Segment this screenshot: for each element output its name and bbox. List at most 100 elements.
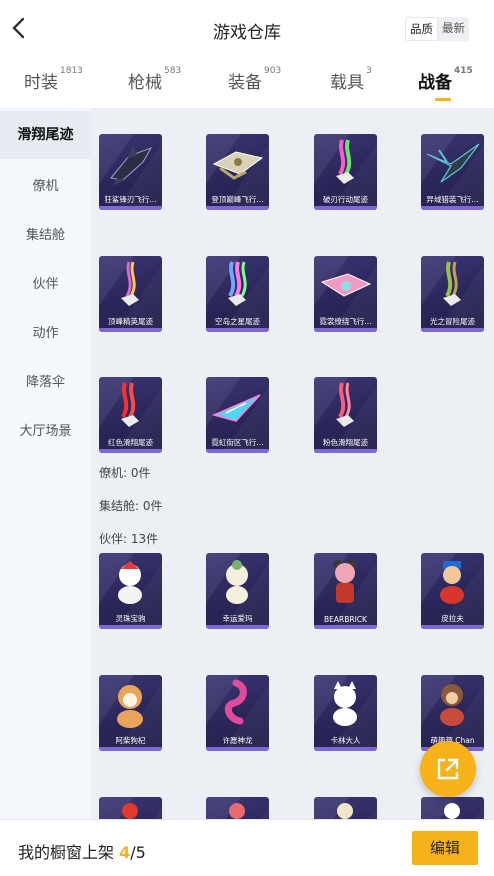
share-external-icon bbox=[437, 758, 459, 780]
neon-glider-icon bbox=[211, 394, 261, 422]
cat-figure-icon bbox=[333, 681, 357, 726]
tab-label: 枪械 bbox=[128, 73, 162, 93]
item-card[interactable]: 霓虹街区飞行... bbox=[206, 377, 269, 453]
peak-glider-icon bbox=[212, 151, 264, 180]
tab-count: 583 bbox=[164, 66, 182, 76]
section-partner-count: 伙伴: 13件 bbox=[99, 532, 159, 546]
item-name: 阿柴狗杞 bbox=[115, 736, 146, 745]
item-grid: 狂鲨锋刃飞行... 登顶巅峰飞行... 破刃行动尾迹 异域猎装飞行... 顶峰精… bbox=[91, 108, 494, 819]
partner-figure-icon bbox=[226, 560, 248, 604]
item-card[interactable]: 许愿神龙 bbox=[206, 675, 269, 751]
item-name: BEARBRICK bbox=[324, 615, 367, 624]
tab-active-indicator bbox=[435, 98, 451, 101]
red-trail-icon bbox=[121, 382, 139, 427]
exotic-glider-icon bbox=[426, 143, 480, 183]
item-name: 异域猎装飞行... bbox=[426, 195, 479, 204]
tab-label: 时装 bbox=[24, 73, 58, 93]
item-card[interactable]: 幸运爱玛 bbox=[206, 553, 269, 629]
tab-vehicles[interactable]: 载具3 bbox=[330, 66, 372, 93]
partner-figure-icon bbox=[444, 803, 460, 819]
item-card[interactable]: 阿柴狗杞 bbox=[99, 675, 162, 751]
item-card[interactable]: 粉色滑翔尾迹 bbox=[314, 377, 377, 453]
shiba-figure-icon bbox=[117, 685, 143, 728]
tab-label: 载具 bbox=[330, 73, 364, 93]
item-card[interactable]: 顶峰精英尾迹 bbox=[99, 256, 162, 332]
top-bar: 游戏仓库 品质 最新 bbox=[0, 0, 494, 58]
sort-quality-button[interactable]: 品质 bbox=[405, 17, 438, 41]
bearbrick-figure-icon bbox=[333, 560, 357, 603]
item-card[interactable]: 光之冒险尾迹 bbox=[421, 256, 484, 332]
item-name: 顶峰精英尾迹 bbox=[108, 317, 153, 326]
tab-equipment[interactable]: 装备903 bbox=[228, 66, 282, 93]
item-name: 皮拉夫 bbox=[441, 614, 464, 623]
showcase-count: 4 bbox=[119, 843, 131, 862]
partner-figure-icon bbox=[118, 561, 142, 604]
item-name: 幸运爱玛 bbox=[222, 614, 253, 623]
item-name: 霓裳缭绕飞行... bbox=[319, 317, 372, 326]
sidebar-item-glide-trail[interactable]: 滑翔尾迹 bbox=[0, 111, 91, 159]
tab-fashion[interactable]: 时装1813 bbox=[24, 66, 83, 93]
showcase-total: /5 bbox=[130, 843, 146, 862]
sidebar-item-parachute[interactable]: 降落伞 bbox=[0, 371, 91, 390]
adventure-trail-icon bbox=[443, 261, 461, 306]
shark-glider-icon bbox=[110, 144, 153, 186]
sort-latest-button[interactable]: 最新 bbox=[438, 17, 469, 41]
item-card[interactable]: BEARBRICK bbox=[314, 553, 377, 629]
item-name: 破刃行动尾迹 bbox=[323, 195, 368, 204]
monkey-figure-icon bbox=[440, 684, 464, 726]
sort-toggle: 品质 最新 bbox=[405, 17, 469, 41]
partner-figure-icon bbox=[440, 561, 464, 604]
item-card[interactable]: 登顶巅峰飞行... bbox=[206, 134, 269, 210]
section-capsule-count: 集结舱: 0件 bbox=[99, 499, 163, 513]
item-card[interactable] bbox=[99, 797, 162, 819]
item-card[interactable]: 空岛之星尾迹 bbox=[206, 256, 269, 332]
item-name: 灵珠宝驹 bbox=[115, 614, 146, 623]
item-card[interactable] bbox=[421, 797, 484, 819]
tab-count: 903 bbox=[264, 66, 282, 76]
sky-star-trail-icon bbox=[228, 261, 247, 306]
item-name: 霓虹街区飞行... bbox=[211, 438, 264, 447]
sidebar-item-wingman[interactable]: 僚机 bbox=[0, 175, 91, 194]
sidebar-item-lobby-scene[interactable]: 大厅场景 bbox=[0, 420, 91, 439]
partner-figure-icon bbox=[337, 803, 353, 819]
pink-trail-icon bbox=[336, 382, 354, 427]
elite-trail-icon bbox=[121, 261, 139, 306]
item-name: 空岛之星尾迹 bbox=[215, 317, 260, 326]
tab-weapons[interactable]: 枪械583 bbox=[128, 66, 182, 93]
item-card[interactable]: 红色滑翔尾迹 bbox=[99, 377, 162, 453]
item-card[interactable]: 灵珠宝驹 bbox=[99, 553, 162, 629]
tab-battle-gear[interactable]: 战备415 bbox=[418, 66, 473, 101]
item-name: 卡林大人 bbox=[330, 736, 361, 745]
item-card[interactable] bbox=[206, 797, 269, 819]
tab-count: 3 bbox=[366, 66, 372, 76]
section-wingman-count: 僚机: 0件 bbox=[99, 466, 151, 480]
edit-button[interactable]: 编辑 bbox=[412, 831, 478, 865]
item-name: 粉色滑翔尾迹 bbox=[323, 438, 368, 447]
sidebar-item-partner[interactable]: 伙伴 bbox=[0, 273, 91, 292]
item-card[interactable]: 霓裳缭绕飞行... bbox=[314, 256, 377, 332]
item-name: 光之冒险尾迹 bbox=[430, 317, 475, 326]
category-tabs: 时装1813 枪械583 装备903 载具3 战备415 bbox=[0, 58, 494, 108]
dragon-figure-icon bbox=[224, 679, 247, 725]
item-name: 狂鲨锋刃飞行... bbox=[104, 195, 157, 204]
item-card[interactable]: 异域猎装飞行... bbox=[421, 134, 484, 210]
pink-glider-icon bbox=[320, 273, 372, 297]
showcase-status: 我的橱窗上架 4/5 bbox=[18, 839, 146, 863]
share-fab-button[interactable] bbox=[420, 741, 476, 797]
sidebar-item-emote[interactable]: 动作 bbox=[0, 322, 91, 341]
tab-count: 415 bbox=[454, 66, 473, 76]
tab-count: 1813 bbox=[60, 66, 83, 76]
item-card[interactable]: 卡林大人 bbox=[314, 675, 377, 751]
item-card[interactable]: 皮拉夫 bbox=[421, 553, 484, 629]
sidebar-item-capsule[interactable]: 集结舱 bbox=[0, 224, 91, 243]
rainbow-trail-icon bbox=[336, 139, 354, 184]
showcase-label: 我的橱窗上架 bbox=[18, 843, 115, 862]
item-card[interactable] bbox=[314, 797, 377, 819]
item-card[interactable]: 破刃行动尾迹 bbox=[314, 134, 377, 210]
showcase-bar: 我的橱窗上架 4/5 编辑 bbox=[0, 819, 494, 876]
tab-label: 战备 bbox=[418, 73, 452, 93]
item-card[interactable]: 狂鲨锋刃飞行... bbox=[99, 134, 162, 210]
sidebar: 滑翔尾迹 僚机 集结舱 伙伴 动作 降落伞 大厅场景 bbox=[0, 108, 91, 819]
item-name: 登顶巅峰飞行... bbox=[211, 195, 264, 204]
item-card[interactable]: 萌趣趣 Chan bbox=[421, 675, 484, 751]
